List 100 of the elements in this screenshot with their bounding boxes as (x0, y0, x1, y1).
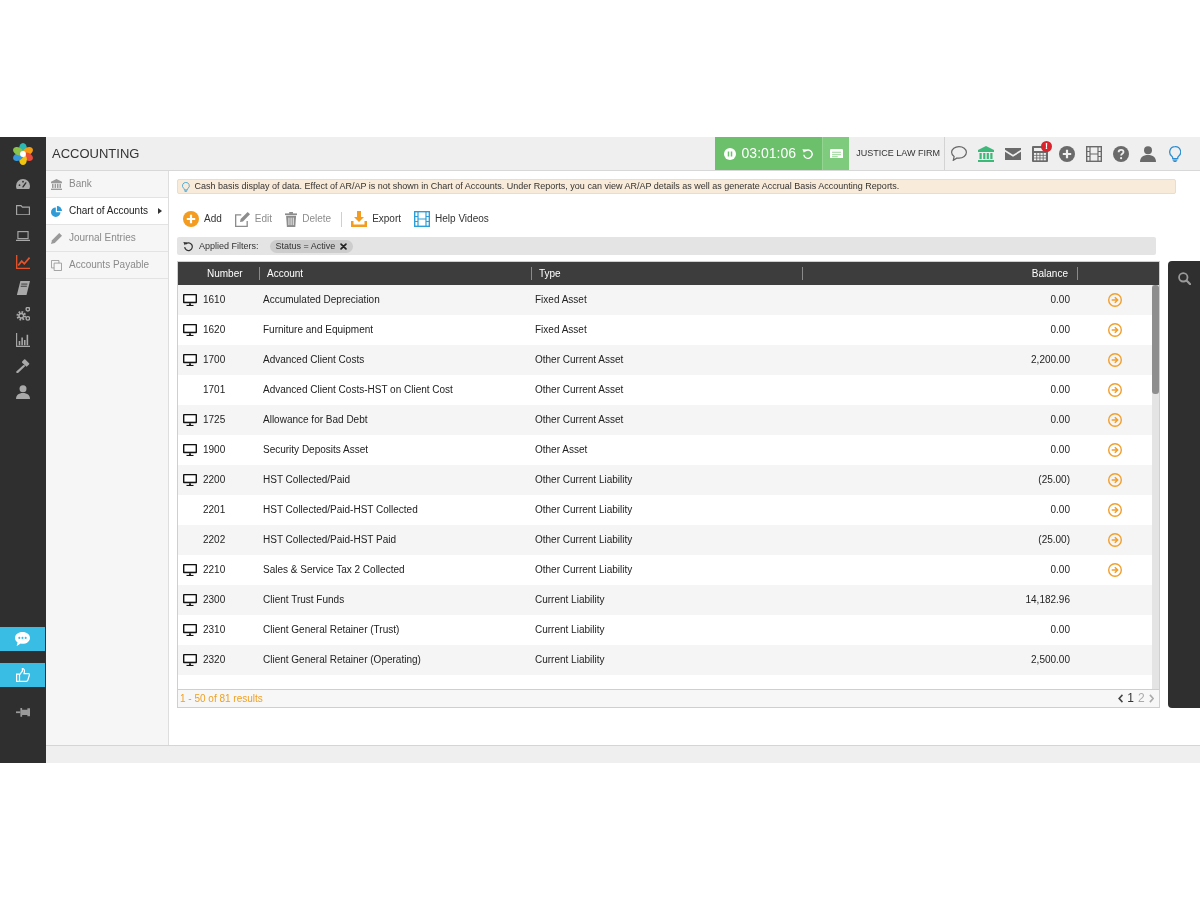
laptop-icon[interactable] (16, 230, 30, 242)
filter-label: Status = Active (275, 240, 336, 252)
column-header: Number (207, 267, 243, 280)
plus-circle-icon[interactable] (1058, 145, 1075, 162)
thumbs-up-icon (15, 668, 30, 682)
account-type: Other Current Liability (535, 564, 633, 576)
timer-time: 03:01:06 (741, 145, 797, 162)
account-balance: 14,182.96 (1025, 594, 1070, 606)
account-balance: 0.00 (1050, 444, 1070, 456)
export-button[interactable]: Export (345, 208, 409, 230)
account-name: Allowance for Bad Debt (263, 414, 368, 426)
account-name: Client General Retainer (Operating) (263, 654, 421, 666)
arrow-circle-icon[interactable] (1107, 503, 1122, 517)
column-header: Account (267, 267, 304, 280)
folder-icon[interactable] (16, 204, 30, 216)
filters-label: Applied Filters: (199, 240, 259, 252)
scrollbar-thumb[interactable] (1152, 285, 1159, 394)
pencil-icon (51, 232, 62, 244)
account-type: Other Current Liability (535, 474, 633, 486)
account-name: Client General Retainer (Trust) (263, 624, 400, 636)
account-type: Other Current Liability (535, 504, 633, 516)
account-type: Current Liability (535, 654, 605, 666)
account-number: 2202 (203, 534, 226, 546)
help-videos-button[interactable]: Help Videos (408, 208, 496, 230)
flower-logo[interactable] (12, 143, 34, 165)
notice-text: Cash basis display of data. Effect of AR/AP is not shown in Chart of Accounts. Under Reports, you can view AR/AP details as well as generate Accrual Basis Accounting Reports. (194, 181, 900, 192)
page-link[interactable]: 2 (1137, 691, 1145, 706)
account-type: Other Asset (535, 444, 588, 456)
account-number: 1610 (203, 294, 226, 306)
arrow-circle-icon[interactable] (1107, 383, 1122, 397)
bank-icon (51, 178, 62, 190)
subnav-item[interactable]: Chart of Accounts (46, 198, 168, 225)
column-header: Type (539, 267, 561, 280)
app-title: ACCOUNTING (51, 145, 140, 162)
account-name: Client Trust Funds (263, 594, 345, 606)
copy-icon (51, 259, 62, 271)
account-balance: 2,500.00 (1031, 654, 1070, 666)
pin-icon[interactable] (16, 706, 30, 718)
chevron-right-icon[interactable] (1148, 694, 1154, 703)
caret-icon (158, 208, 162, 214)
reset-icon[interactable] (802, 147, 815, 160)
envelope-icon[interactable] (1004, 147, 1021, 160)
gears-icon[interactable] (16, 307, 30, 321)
bank-icon[interactable] (977, 145, 994, 162)
pause-icon[interactable] (723, 147, 736, 160)
arrow-circle-icon[interactable] (1107, 473, 1122, 487)
film-icon[interactable] (1085, 145, 1102, 162)
help-icon[interactable] (1112, 145, 1129, 162)
chevron-left-icon[interactable] (1117, 694, 1124, 703)
account-balance: 0.00 (1050, 324, 1070, 336)
line-chart-icon[interactable] (16, 255, 30, 269)
account-number: 2210 (203, 564, 226, 576)
account-balance: (25.00) (1038, 534, 1070, 546)
close-icon[interactable] (340, 242, 348, 250)
results-count: 1 - 50 of 81 results (180, 692, 263, 705)
subnav-item[interactable]: Journal Entries (46, 225, 168, 252)
arrow-circle-icon[interactable] (1107, 533, 1122, 547)
page-link[interactable]: 1 (1127, 691, 1134, 706)
account-number: 1701 (203, 384, 226, 396)
arrow-circle-icon[interactable] (1107, 443, 1122, 457)
scrollbar-track[interactable] (1152, 285, 1159, 689)
calculator-icon[interactable] (1031, 145, 1048, 162)
book-icon[interactable] (16, 281, 30, 295)
account-type: Current Liability (535, 624, 605, 636)
like-button[interactable] (0, 663, 45, 687)
account-number: 1620 (203, 324, 226, 336)
bar-chart-icon[interactable] (16, 333, 30, 347)
subnav-item[interactable]: Accounts Payable (46, 252, 168, 279)
chat-bubble-icon (15, 631, 30, 646)
account-balance: 0.00 (1050, 384, 1070, 396)
user-icon[interactable] (16, 385, 30, 399)
account-balance: 0.00 (1050, 564, 1070, 576)
arrow-circle-icon[interactable] (1107, 413, 1122, 427)
user-icon[interactable] (1139, 145, 1156, 162)
account-balance: 0.00 (1050, 414, 1070, 426)
card-button[interactable] (822, 137, 850, 170)
refresh-icon[interactable] (183, 240, 194, 252)
account-name: HST Collected/Paid (263, 474, 351, 486)
arrow-circle-icon[interactable] (1107, 293, 1122, 307)
add-button[interactable]: Add (177, 208, 229, 230)
arrow-circle-icon[interactable] (1107, 563, 1122, 577)
account-name: Advanced Client Costs (263, 354, 365, 366)
account-name: Advanced Client Costs-HST on Client Cost (263, 384, 453, 396)
chat-button[interactable] (0, 627, 45, 651)
account-name: HST Collected/Paid-HST Paid (263, 534, 397, 546)
account-balance: 0.00 (1050, 624, 1070, 636)
card-icon (829, 148, 843, 159)
account-number: 1700 (203, 354, 226, 366)
account-number: 2201 (203, 504, 226, 516)
speech-bubble-icon[interactable] (950, 146, 967, 161)
plus-circle-icon (183, 211, 199, 227)
arrow-circle-icon[interactable] (1107, 323, 1122, 337)
gavel-icon[interactable] (16, 359, 30, 373)
arrow-circle-icon[interactable] (1107, 353, 1122, 367)
gauge-icon[interactable] (16, 178, 30, 190)
film-icon (414, 211, 431, 227)
lightbulb-icon[interactable] (1168, 145, 1181, 162)
account-type: Other Current Asset (535, 354, 624, 366)
account-balance: (25.00) (1038, 474, 1070, 486)
search-icon (1177, 272, 1191, 285)
